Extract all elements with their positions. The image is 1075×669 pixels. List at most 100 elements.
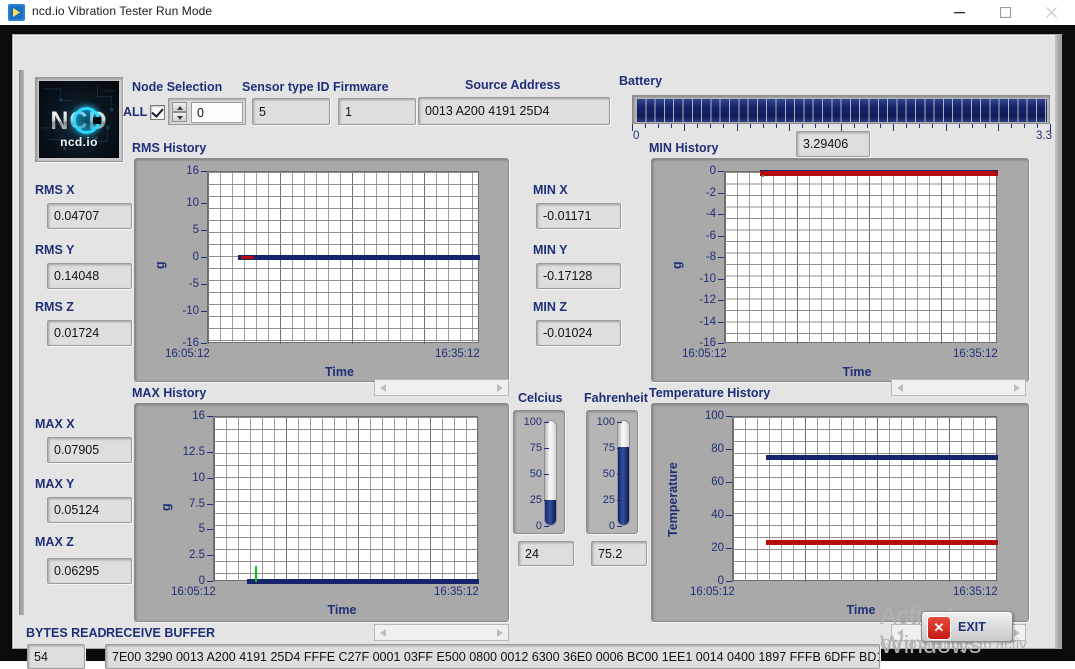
labview-app-icon xyxy=(8,4,25,21)
x-axis-start-label: 16:05:12 xyxy=(171,586,216,598)
maximize-button[interactable] xyxy=(982,0,1028,24)
series-x xyxy=(237,255,480,261)
y-axis-tick-label: -2 xyxy=(705,186,716,199)
x-axis-end-label: 16:35:12 xyxy=(953,348,998,360)
series-y xyxy=(760,171,998,177)
temperature-history-scrollbar[interactable] xyxy=(891,379,1026,396)
application-window: ncd.io Vibration Tester Run Mode NCD ncd… xyxy=(0,0,1075,669)
y-axis-tick-label: 2.5 xyxy=(189,549,205,562)
min-history-graph[interactable]: 0 -2 -4 -6 -8 -10 -12 -14 -16 16:05:12 16:35:12 Tim… xyxy=(651,158,1029,382)
scroll-left-icon[interactable] xyxy=(380,629,386,637)
stepper-down-button[interactable] xyxy=(172,112,187,122)
y-axis-tick-label: 12.5 xyxy=(182,446,205,459)
max-history-graph[interactable]: 16 12.5 10 7.5 5 2.5 0 16:05:12 16:35:12 Time g xyxy=(134,403,509,622)
y-axis-title: g xyxy=(153,261,167,269)
y-axis-tick xyxy=(207,529,213,531)
x-axis-start-label: 16:05:12 xyxy=(682,348,727,360)
source-address-value: 0013 A200 4191 25D4 xyxy=(418,97,610,125)
logo-subtitle: ncd.io xyxy=(60,135,98,149)
thermometer-tick-label: 50 xyxy=(602,468,623,480)
max-y-value: 0.05124 xyxy=(47,497,132,523)
scroll-right-icon[interactable] xyxy=(497,384,503,392)
celcius-value: 24 xyxy=(518,541,574,566)
y-axis-tick-label: -5 xyxy=(188,277,199,290)
battery-gauge xyxy=(632,95,1050,124)
x-axis-end-label: 16:35:12 xyxy=(953,586,998,598)
scroll-right-icon[interactable] xyxy=(1014,629,1020,637)
plot-area xyxy=(724,169,998,344)
node-selection-value[interactable]: 0 xyxy=(191,102,243,123)
min-y-value: -0.17128 xyxy=(536,263,621,289)
panel-left-divider xyxy=(19,70,24,615)
bytes-read-label: BYTES READ xyxy=(26,626,107,640)
close-button[interactable] xyxy=(1028,0,1074,24)
y-axis-title: g xyxy=(159,502,173,511)
x-axis-title: Time xyxy=(842,365,872,379)
battery-fill xyxy=(636,99,1048,122)
receive-buffer-scrollbar[interactable] xyxy=(374,624,509,641)
y-axis-tick xyxy=(718,192,724,194)
grid xyxy=(725,172,998,344)
thermometer-tube xyxy=(544,420,557,526)
max-x-value: 0.07905 xyxy=(47,437,132,463)
rms-z-value: 0.01724 xyxy=(47,320,132,346)
node-selection-stepper[interactable]: 0 xyxy=(168,98,246,125)
y-axis-tick xyxy=(718,235,724,237)
y-axis-title: Temperature xyxy=(666,461,680,537)
minimize-button[interactable] xyxy=(936,0,982,24)
min-x-label: MIN X xyxy=(533,183,568,197)
exit-button-label: EXIT xyxy=(958,620,986,634)
plot-area xyxy=(732,416,998,582)
y-axis-tick xyxy=(718,257,724,258)
fahrenheit-value: 75.2 xyxy=(591,541,647,566)
y-axis-tick xyxy=(726,548,732,549)
series-x xyxy=(247,578,479,584)
thermometer-tick-label: 0 xyxy=(608,520,623,532)
x-axis-end-label: 16:35:12 xyxy=(435,348,480,360)
y-axis-tick-label: -10 xyxy=(699,272,716,285)
y-axis-tick-label: 16 xyxy=(186,165,199,177)
y-axis-tick xyxy=(718,300,724,301)
x-axis-title: Time xyxy=(325,365,354,379)
min-y-label: MIN Y xyxy=(533,243,568,257)
thermometer-tick-label: 75 xyxy=(602,442,623,454)
y-axis-tick xyxy=(201,283,207,285)
scroll-left-icon[interactable] xyxy=(380,384,386,392)
y-axis-tick xyxy=(718,214,724,215)
rms-y-label: RMS Y xyxy=(35,243,75,257)
y-axis-tick-label: 60 xyxy=(711,476,724,488)
scroll-left-icon[interactable] xyxy=(897,629,903,637)
max-y-label: MAX Y xyxy=(35,477,75,491)
y-axis-tick-label: 10 xyxy=(186,197,199,210)
scroll-left-icon[interactable] xyxy=(897,384,903,392)
y-axis-tick-label: 5 xyxy=(198,523,205,536)
y-axis-tick-label: 10 xyxy=(192,471,205,484)
min-x-value: -0.01171 xyxy=(536,203,621,229)
thermometer-tick-label: 0 xyxy=(535,520,550,532)
y-axis-tick-label: 16 xyxy=(192,410,205,422)
battery-max-label: 3.3 xyxy=(1036,130,1052,142)
scroll-right-icon[interactable] xyxy=(1014,384,1020,392)
x-axis-start-label: 16:05:12 xyxy=(165,348,210,360)
firmware-value: 1 xyxy=(338,98,416,125)
all-checkbox[interactable] xyxy=(150,105,165,120)
max-history-scrollbar[interactable] xyxy=(374,379,509,396)
exit-button[interactable]: ✕ EXIT xyxy=(921,611,1013,642)
logo-ring-icon xyxy=(73,107,101,134)
y-axis-tick xyxy=(718,278,724,280)
series-y xyxy=(240,255,255,259)
rms-history-title: RMS History xyxy=(132,141,207,155)
y-axis-tick xyxy=(207,555,213,557)
scroll-right-icon[interactable] xyxy=(497,629,503,637)
stepper-buttons[interactable] xyxy=(172,102,187,122)
rms-x-label: RMS X xyxy=(35,183,75,197)
y-axis-tick xyxy=(201,257,207,258)
fahrenheit-label: Fahrenheit xyxy=(584,391,648,405)
max-z-label: MAX Z xyxy=(35,535,74,549)
rms-history-graph[interactable]: 16 10 5 0 -5 -10 -16 16:05:12 16:35:12 Time g xyxy=(134,158,509,382)
source-address-label: Source Address xyxy=(465,78,561,92)
battery-tick-marks xyxy=(632,124,1051,131)
y-axis-tick-label: 40 xyxy=(711,509,724,521)
temperature-history-graph[interactable]: 100 80 60 40 20 0 16:05:12 16:35:12 Time Temperat… xyxy=(651,403,1029,622)
stepper-up-button[interactable] xyxy=(172,102,187,112)
